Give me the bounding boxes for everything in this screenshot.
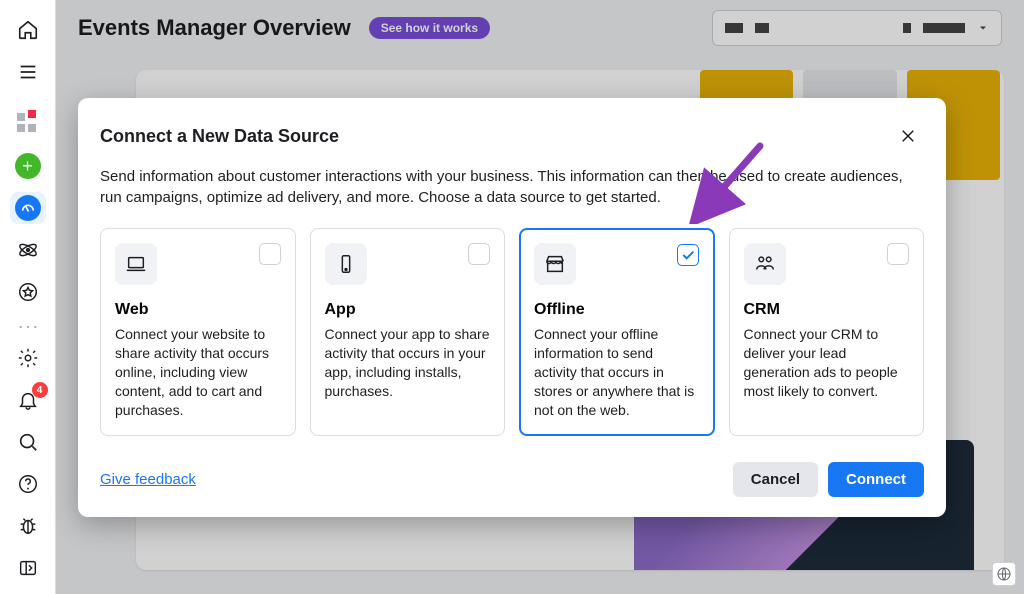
rail-collapse[interactable]	[10, 552, 46, 584]
cancel-button[interactable]: Cancel	[733, 462, 818, 497]
pixel-icon	[17, 113, 39, 135]
connect-button[interactable]: Connect	[828, 462, 924, 497]
option-web-check	[259, 243, 281, 265]
rail-settings[interactable]	[10, 342, 46, 374]
panel-icon	[17, 557, 39, 579]
rail-menu[interactable]	[10, 56, 46, 88]
connect-data-source-modal: Connect a New Data Source Send informati…	[78, 98, 946, 517]
home-icon	[17, 19, 39, 41]
option-crm-title: CRM	[744, 301, 910, 319]
help-icon	[17, 473, 39, 495]
option-web[interactable]: Web Connect your website to share activi…	[100, 228, 296, 436]
option-crm-check	[887, 243, 909, 265]
rail-divider-dots	[10, 318, 46, 336]
option-app-title: App	[325, 301, 491, 319]
globe-icon	[996, 566, 1012, 582]
option-app-check	[468, 243, 490, 265]
option-app[interactable]: App Connect your app to share activity t…	[310, 228, 506, 436]
bug-icon	[17, 515, 39, 537]
option-web-desc: Connect your website to share activity t…	[115, 325, 281, 419]
option-app-desc: Connect your app to share activity that …	[325, 325, 491, 401]
rail-notifications[interactable]: 4	[10, 384, 46, 416]
atom-icon	[17, 239, 39, 261]
rail-home[interactable]	[10, 14, 46, 46]
option-offline-check	[677, 244, 699, 266]
left-rail: + 4	[0, 0, 56, 594]
option-offline[interactable]: Offline Connect your offline information…	[519, 228, 715, 436]
rail-search[interactable]	[10, 426, 46, 458]
modal-subtitle: Send information about customer interact…	[100, 166, 920, 208]
option-crm[interactable]: CRM Connect your CRM to deliver your lea…	[729, 228, 925, 436]
option-offline-title: Offline	[534, 301, 700, 319]
modal-title: Connect a New Data Source	[100, 126, 339, 147]
option-web-title: Web	[115, 301, 281, 319]
rail-star[interactable]	[10, 276, 46, 308]
give-feedback-link[interactable]: Give feedback	[100, 471, 196, 488]
rail-pixel[interactable]	[10, 108, 46, 140]
option-crm-desc: Connect your CRM to deliver your lead ge…	[744, 325, 910, 401]
gauge-icon	[15, 195, 41, 221]
rail-bugs[interactable]	[10, 510, 46, 542]
star-icon	[17, 281, 39, 303]
crm-icon	[744, 243, 786, 285]
data-source-options: Web Connect your website to share activi…	[100, 228, 924, 436]
rail-events-manager[interactable]	[10, 192, 46, 224]
rail-partner[interactable]	[10, 234, 46, 266]
hamburger-icon	[17, 61, 39, 83]
close-icon	[899, 127, 917, 145]
store-icon	[534, 243, 576, 285]
notification-badge: 4	[32, 382, 48, 398]
laptop-icon	[115, 243, 157, 285]
option-offline-desc: Connect your offline information to send…	[534, 325, 700, 419]
close-button[interactable]	[892, 120, 924, 152]
rail-add[interactable]: +	[10, 150, 46, 182]
gear-icon	[17, 347, 39, 369]
search-icon	[17, 431, 39, 453]
rail-help[interactable]	[10, 468, 46, 500]
globe-button[interactable]	[992, 562, 1016, 586]
plus-icon: +	[15, 153, 41, 179]
mobile-icon	[325, 243, 367, 285]
